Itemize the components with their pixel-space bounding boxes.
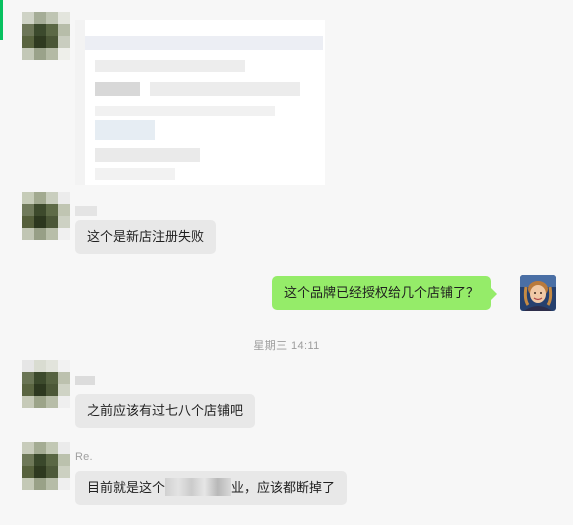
message-text-end: 业，应该都断掉了 bbox=[231, 480, 336, 495]
contact-avatar[interactable] bbox=[22, 442, 70, 490]
sender-name-redacted bbox=[75, 376, 95, 385]
message-bubble[interactable]: 这个是新店注册失败 bbox=[75, 220, 217, 254]
active-chat-indicator bbox=[0, 0, 3, 40]
message-bubble[interactable]: 目前就是这个 业，应该都断掉了 bbox=[75, 471, 348, 505]
user-avatar[interactable] bbox=[520, 275, 556, 311]
message-bubble[interactable]: 之前应该有过七八个店铺吧 bbox=[75, 394, 256, 428]
sender-name-redacted bbox=[75, 206, 97, 216]
message-text-start: 目前就是这个 bbox=[87, 480, 166, 495]
redacted-text bbox=[165, 478, 232, 496]
contact-avatar[interactable] bbox=[22, 12, 70, 60]
shared-image-message[interactable] bbox=[75, 20, 325, 185]
message-bubble-sent[interactable]: 这个品牌已经授权给几个店铺了？ bbox=[272, 276, 498, 310]
message-timestamp: 星期三 14:11 bbox=[253, 340, 320, 352]
sender-name: Re. bbox=[75, 451, 93, 463]
user-avatar-photo-icon bbox=[520, 275, 556, 311]
contact-avatar[interactable] bbox=[22, 360, 70, 408]
contact-avatar[interactable] bbox=[22, 192, 70, 240]
